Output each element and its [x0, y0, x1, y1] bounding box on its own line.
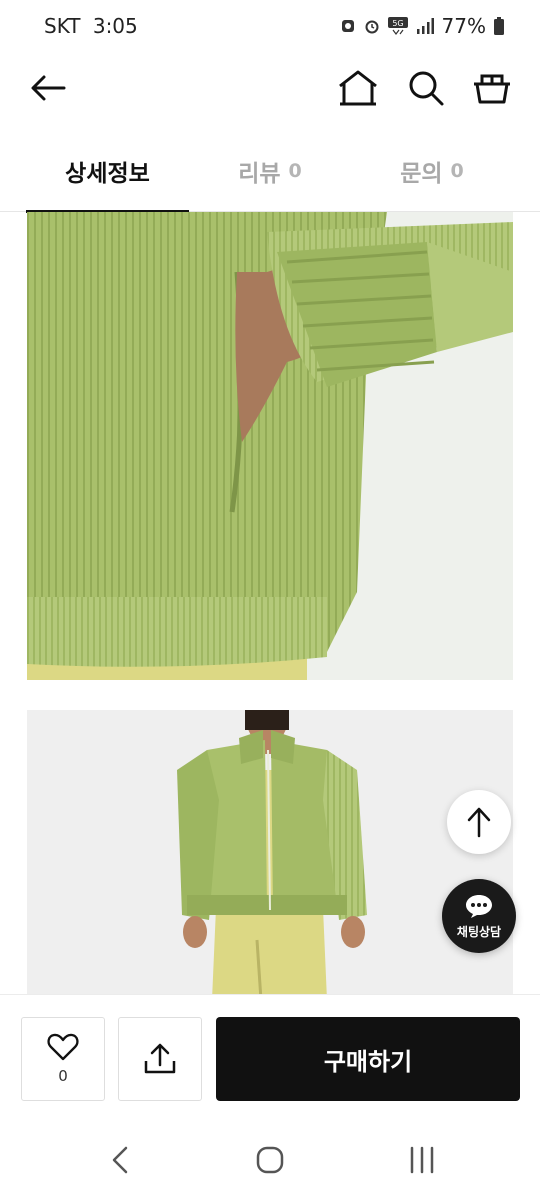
search-button[interactable]	[402, 64, 450, 112]
clock: 3:05	[92, 14, 138, 38]
system-back-button[interactable]	[98, 1138, 142, 1182]
model-illustration	[27, 710, 513, 994]
cart-button[interactable]	[468, 64, 516, 112]
network-label: 5G	[392, 19, 403, 28]
tab-qna[interactable]: 문의 0	[352, 130, 512, 212]
chevron-left-icon	[112, 1146, 128, 1174]
system-nav-bar	[0, 1114, 540, 1200]
like-button[interactable]: 0	[21, 1017, 105, 1101]
chat-consult-button[interactable]: 채팅상담	[442, 879, 516, 953]
back-button[interactable]	[26, 68, 70, 108]
tab-review[interactable]: 리뷰 0	[190, 130, 350, 212]
tab-review-count: 0	[288, 160, 302, 182]
tab-qna-count: 0	[450, 160, 464, 182]
search-icon	[409, 71, 444, 106]
like-count: 0	[58, 1067, 68, 1085]
product-detail-content	[0, 212, 540, 994]
share-button[interactable]	[118, 1017, 202, 1101]
status-left: SKT 3:05	[44, 14, 144, 38]
recent-apps-icon	[410, 1146, 434, 1174]
chat-consult-label: 채팅상담	[456, 924, 502, 939]
status-bar: SKT 3:05 5G 77%	[0, 0, 540, 54]
share-icon	[144, 1043, 176, 1074]
cart-icon	[474, 74, 510, 104]
status-right: 5G 77%	[340, 14, 504, 38]
jacket-closeup-illustration	[27, 212, 513, 680]
notification-icon	[341, 20, 354, 32]
chat-bubble-icon	[466, 894, 492, 918]
arrow-up-icon	[467, 807, 491, 838]
bottom-action-bar: 0 구매하기	[0, 994, 540, 1114]
tab-detail[interactable]: 상세정보	[26, 130, 189, 213]
home-circle-icon	[256, 1146, 284, 1174]
arrow-left-icon	[31, 75, 66, 101]
home-button[interactable]	[334, 64, 382, 112]
signal-icon	[416, 18, 434, 34]
battery-icon	[494, 17, 504, 35]
tab-detail-label: 상세정보	[65, 161, 150, 187]
system-home-button[interactable]	[248, 1138, 292, 1182]
product-image-model	[27, 710, 513, 994]
alarm-icon	[365, 20, 379, 34]
scroll-top-button[interactable]	[447, 790, 511, 854]
home-icon	[339, 70, 377, 106]
detail-tabs: 상세정보 리뷰 0 문의 0	[0, 130, 540, 213]
battery-percent: 77%	[441, 14, 486, 38]
product-image-closeup	[27, 212, 513, 680]
system-recent-apps-button[interactable]	[400, 1138, 444, 1182]
carrier-label: SKT	[44, 14, 81, 38]
app-header	[0, 54, 540, 124]
tab-qna-label: 문의	[400, 161, 443, 187]
buy-button[interactable]: 구매하기	[216, 1017, 520, 1101]
tab-review-label: 리뷰	[238, 161, 281, 187]
heart-icon	[47, 1033, 79, 1061]
network-5g-icon: 5G	[387, 17, 408, 35]
